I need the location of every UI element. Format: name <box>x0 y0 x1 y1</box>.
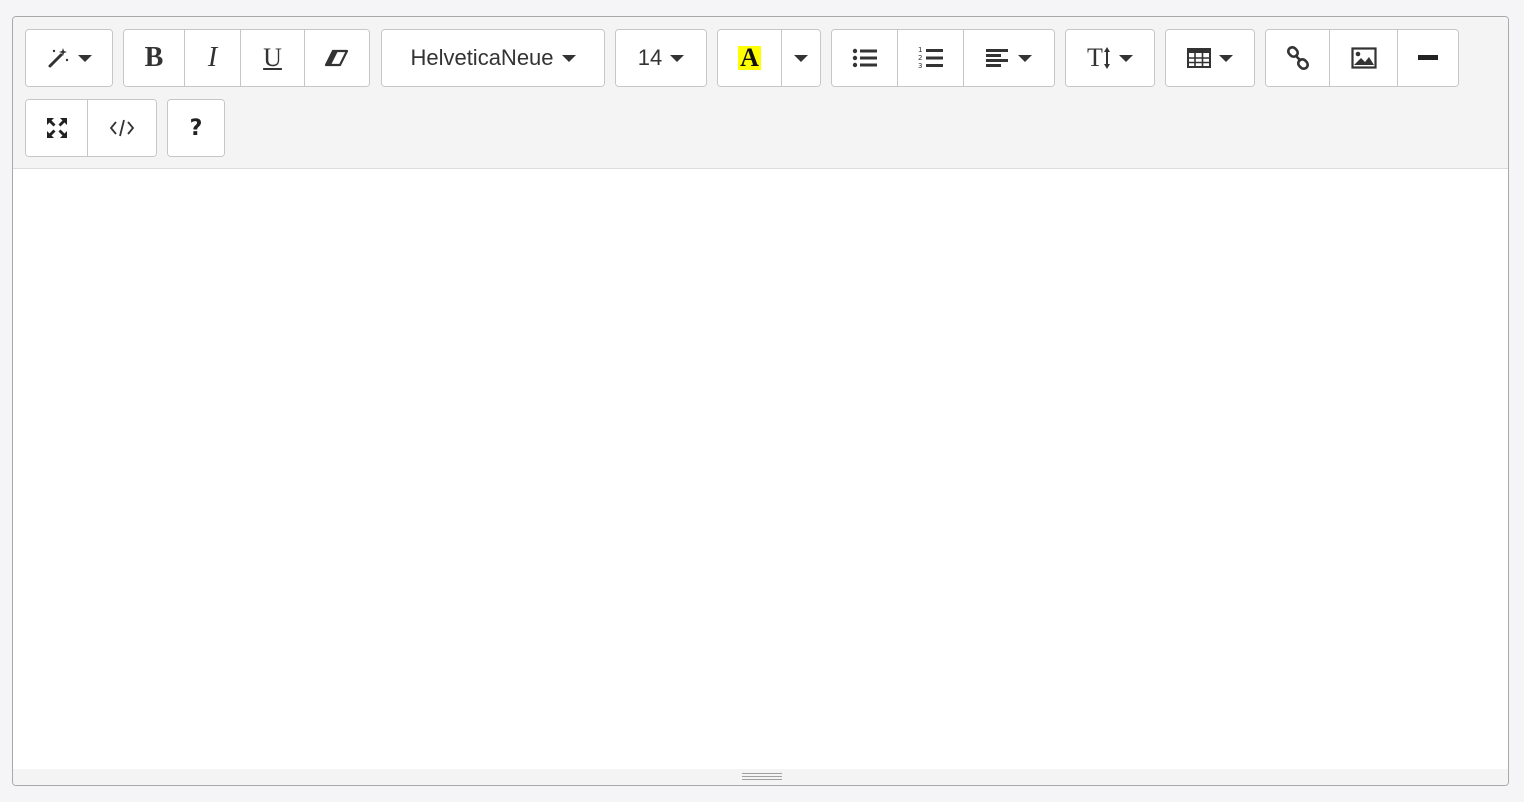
font-size-dropdown[interactable]: 14 <box>616 30 706 86</box>
rich-text-editor: B I U HelveticaNeue 14 A 1 2 3 T ? <box>12 16 1509 786</box>
editor-toolbar: B I U HelveticaNeue 14 A 1 2 3 T ? <box>13 17 1508 169</box>
insert-link-button[interactable] <box>1266 30 1330 86</box>
fullscreen-button[interactable] <box>26 100 88 156</box>
chevron-down-icon <box>1118 54 1133 62</box>
eraser-icon <box>324 48 350 68</box>
text-highlight-icon: A <box>738 43 761 72</box>
align-left-icon <box>986 48 1010 68</box>
svg-text:1: 1 <box>918 46 922 54</box>
underline-button[interactable]: U <box>241 30 305 86</box>
text-height-icon: T <box>1087 43 1111 73</box>
code-icon <box>109 118 135 138</box>
chevron-down-icon <box>794 54 808 62</box>
font-name-value: HelveticaNeue <box>410 45 554 70</box>
image-icon <box>1350 47 1377 69</box>
help-button[interactable]: ? <box>168 100 224 156</box>
font-name-dropdown[interactable]: HelveticaNeue <box>382 30 604 86</box>
fullscreen-icon <box>46 117 68 139</box>
style-group <box>25 29 113 87</box>
font-name-group: HelveticaNeue <box>381 29 605 87</box>
help-icon: ? <box>189 115 203 141</box>
numbered-list-icon: 1 2 3 <box>918 45 944 71</box>
horizontal-rule-icon <box>1418 55 1438 61</box>
svg-text:2: 2 <box>918 54 922 62</box>
italic-icon: I <box>207 42 218 73</box>
chevron-down-icon <box>78 54 92 62</box>
insert-group <box>1265 29 1459 87</box>
chevron-down-icon <box>1018 54 1032 62</box>
clear-formatting-button[interactable] <box>305 30 369 86</box>
font-size-group: 14 <box>615 29 707 87</box>
underline-icon: U <box>263 43 282 72</box>
chevron-down-icon <box>670 54 685 62</box>
italic-button[interactable]: I <box>185 30 241 86</box>
editor-content-area[interactable] <box>13 170 1508 770</box>
font-style-group: B I U <box>123 29 370 87</box>
color-group: A <box>717 29 821 87</box>
ordered-list-button[interactable]: 1 2 3 <box>898 30 964 86</box>
svg-text:3: 3 <box>918 62 922 70</box>
style-dropdown-button[interactable] <box>26 30 112 86</box>
bold-icon: B <box>144 42 164 73</box>
insert-hr-button[interactable] <box>1398 30 1458 86</box>
code-view-button[interactable] <box>88 100 156 156</box>
view-group <box>25 99 157 157</box>
help-group: ? <box>167 99 225 157</box>
table-icon <box>1187 48 1211 68</box>
line-height-dropdown[interactable]: T <box>1066 30 1154 86</box>
editor-statusbar <box>13 769 1508 785</box>
table-group <box>1165 29 1255 87</box>
align-dropdown-button[interactable] <box>964 30 1054 86</box>
unordered-list-button[interactable] <box>832 30 898 86</box>
height-group: T <box>1065 29 1155 87</box>
magic-wand-icon <box>46 46 70 70</box>
bold-button[interactable]: B <box>124 30 185 86</box>
link-icon <box>1286 46 1310 70</box>
chevron-down-icon <box>1219 54 1233 62</box>
color-dropdown-button[interactable] <box>782 30 820 86</box>
table-dropdown[interactable] <box>1166 30 1254 86</box>
paragraph-group: 1 2 3 <box>831 29 1055 87</box>
bullet-list-icon <box>852 47 878 69</box>
highlight-color-button[interactable]: A <box>718 30 782 86</box>
insert-picture-button[interactable] <box>1330 30 1398 86</box>
resize-handle[interactable] <box>742 773 782 781</box>
chevron-down-icon <box>561 54 576 62</box>
font-size-value: 14 <box>637 45 663 70</box>
